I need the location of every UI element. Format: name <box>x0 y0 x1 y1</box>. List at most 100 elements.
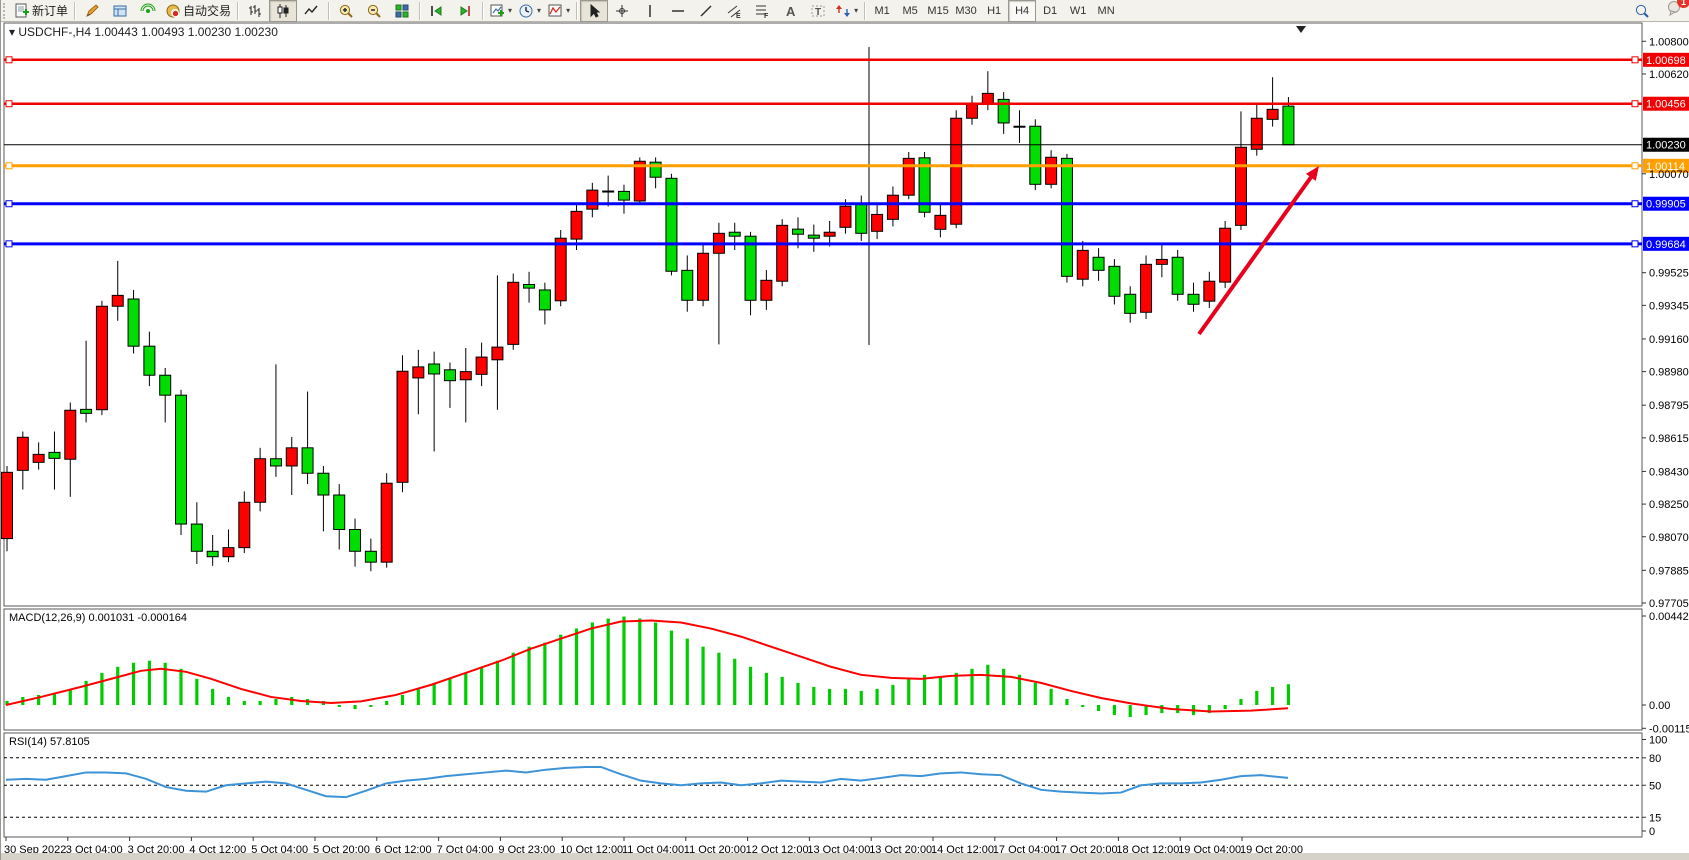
equidistant-channel-button[interactable]: E <box>720 0 748 22</box>
line-handle[interactable] <box>1632 201 1638 207</box>
price-axis[interactable]: 1.008001.006201.000700.995250.993450.991… <box>1642 36 1689 610</box>
dropdown-arrow-icon[interactable]: ▾ <box>537 6 541 15</box>
chart-line-icon <box>303 3 319 19</box>
timeframe-mn-button[interactable]: MN <box>1092 0 1120 22</box>
price-tag-label: 1.00698 <box>1646 55 1686 67</box>
axis-label: 1.00800 <box>1649 36 1689 48</box>
line-handle[interactable] <box>6 57 12 63</box>
trendline-icon <box>698 3 714 19</box>
timeframe-m5-button[interactable]: M5 <box>896 0 924 22</box>
macd-label: MACD(12,26,9) 0.001031 -0.000164 <box>9 612 187 624</box>
line-handle[interactable] <box>6 163 12 169</box>
autotrading-button[interactable]: 自动交易 <box>162 0 234 22</box>
zoom-in-button[interactable] <box>332 0 360 22</box>
candle <box>1030 126 1041 184</box>
axis-label: 1.00620 <box>1649 69 1689 81</box>
cursor-button[interactable] <box>580 0 608 22</box>
candle <box>872 214 883 231</box>
timeframe-d1-button[interactable]: D1 <box>1036 0 1064 22</box>
timeframe-h1-button[interactable]: H1 <box>980 0 1008 22</box>
toolbar-grip <box>3 3 9 19</box>
dropdown-arrow-icon[interactable]: ▾ <box>854 6 858 15</box>
candle <box>2 472 13 538</box>
candle <box>286 448 297 466</box>
timeframe-w1-button[interactable]: W1 <box>1064 0 1092 22</box>
signals-icon <box>140 3 156 19</box>
candle <box>967 104 978 118</box>
horizontal-line-button[interactable] <box>664 0 692 22</box>
candle <box>555 238 566 301</box>
crosshair-button[interactable] <box>608 0 636 22</box>
tile-windows-icon <box>394 3 410 19</box>
timeframe-m15-button[interactable]: M15 <box>924 0 952 22</box>
symbol-title[interactable]: ▾ USDCHF-,H4 1.00443 1.00493 1.00230 1.0… <box>9 25 278 39</box>
candle <box>777 225 788 281</box>
periods-button[interactable]: ▾ <box>515 0 544 22</box>
main-toolbar: 新订单 自动交易 ▾ ▾ ▾ E F AT ▾ M1M5M15M30H1H4D1W1MN 1 <box>1 0 1689 22</box>
trendline-button[interactable] <box>692 0 720 22</box>
periods-icon <box>518 3 534 19</box>
vertical-line-button[interactable] <box>636 0 664 22</box>
candle <box>1283 106 1294 145</box>
candle <box>413 367 424 378</box>
toolbar-separator <box>576 2 577 20</box>
tile-windows-button[interactable] <box>388 0 416 22</box>
line-handle[interactable] <box>6 101 12 107</box>
chart-shift-button[interactable] <box>451 0 479 22</box>
profiles-button[interactable] <box>106 0 134 22</box>
timeframe-m30-button[interactable]: M30 <box>952 0 980 22</box>
dropdown-arrow-icon[interactable]: ▾ <box>566 6 570 15</box>
line-handle[interactable] <box>1632 163 1638 169</box>
zoom-out-button[interactable] <box>360 0 388 22</box>
new-order-button[interactable]: 新订单 <box>11 0 71 22</box>
line-handle[interactable] <box>1632 241 1638 247</box>
price-tag-label: 1.00230 <box>1646 140 1686 152</box>
line-handle[interactable] <box>1632 101 1638 107</box>
candle <box>666 178 677 271</box>
candle <box>840 206 851 227</box>
new-chart-button[interactable]: ▾ <box>486 0 515 22</box>
signals-button[interactable] <box>134 0 162 22</box>
timeframe-m1-button[interactable]: M1 <box>868 0 896 22</box>
styles-button[interactable] <box>78 0 106 22</box>
timeframe-h4-button[interactable]: H4 <box>1008 0 1036 22</box>
candlestick-chart-button[interactable] <box>269 0 297 22</box>
candle <box>1204 281 1215 301</box>
line-handle[interactable] <box>6 241 12 247</box>
bar-chart-button[interactable] <box>241 0 269 22</box>
new-order-label: 新订单 <box>32 2 68 19</box>
candle <box>65 410 76 459</box>
axis-label: 0.98250 <box>1649 499 1689 511</box>
zoom-in-icon <box>338 3 354 19</box>
svg-text:A: A <box>786 4 796 19</box>
chart-candles-icon <box>275 3 291 19</box>
toolbar-separator <box>419 2 420 20</box>
candle <box>951 118 962 224</box>
line-handle[interactable] <box>1632 57 1638 63</box>
candle <box>1125 294 1136 313</box>
candle <box>1046 157 1057 184</box>
arrows-button[interactable]: ▾ <box>832 0 861 22</box>
text-label-button[interactable]: T <box>804 0 832 22</box>
svg-text:F: F <box>764 13 769 19</box>
candle <box>33 454 44 462</box>
candle <box>587 190 598 209</box>
toolbar-separator <box>328 2 329 20</box>
search-button[interactable] <box>1628 0 1656 22</box>
toolbar-separator <box>237 2 238 20</box>
text-button[interactable]: A <box>776 0 804 22</box>
candle <box>603 191 614 192</box>
axis-label: 0.99525 <box>1649 268 1689 280</box>
line-chart-button[interactable] <box>297 0 325 22</box>
dropdown-arrow-icon[interactable]: ▾ <box>508 6 512 15</box>
candle <box>745 236 756 300</box>
auto-scroll-button[interactable] <box>423 0 451 22</box>
candle <box>524 284 535 288</box>
fibonacci-button[interactable]: F <box>748 0 776 22</box>
toolbar-right-group: 1 <box>1628 0 1682 22</box>
candle <box>1077 250 1088 279</box>
community-button[interactable]: 1 <box>1666 0 1682 21</box>
templates-button[interactable]: ▾ <box>544 0 573 22</box>
line-handle[interactable] <box>6 201 12 207</box>
text-icon: A <box>782 3 798 19</box>
